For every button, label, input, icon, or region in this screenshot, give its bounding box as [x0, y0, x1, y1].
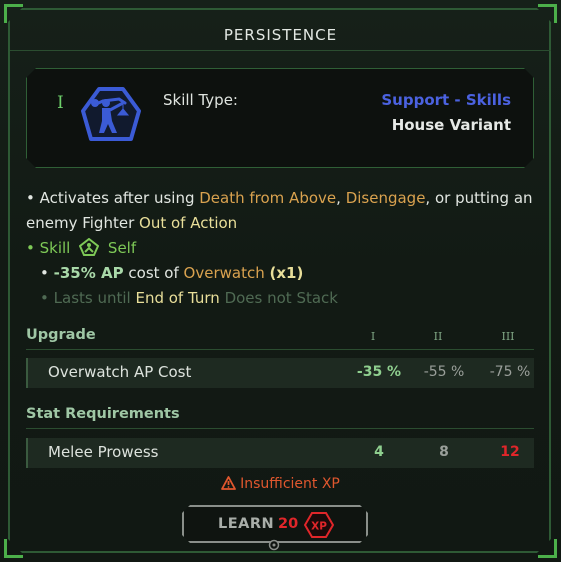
skill-tier: I: [57, 93, 64, 113]
requirement-value-3: 12: [500, 444, 520, 460]
description-text: Activates after using: [39, 189, 195, 207]
warning-triangle-icon: [221, 476, 237, 490]
xp-currency-icon: XP: [304, 512, 334, 538]
description-line: • Lasts until End of Turn Does not Stack: [40, 286, 338, 311]
section-divider: [26, 349, 534, 350]
description-text: cost of: [128, 264, 179, 282]
skill-target: Self: [107, 239, 137, 257]
ability-link-overwatch[interactable]: Overwatch: [184, 264, 265, 282]
separator: ,: [336, 189, 341, 207]
description-text: Lasts until: [53, 289, 131, 307]
dialog-title: PERSISTENCE: [223, 26, 338, 44]
skill-category: Support - Skills: [381, 91, 511, 109]
stat-requirements-header: Stat Requirements: [26, 406, 180, 422]
description-line: • -35% AP cost of Overwatch (x1): [40, 261, 303, 286]
requirement-row-label: Melee Prowess: [48, 443, 159, 461]
skill-type-label: Skill Type:: [163, 91, 238, 109]
description-text: enemy Fighter: [26, 214, 135, 232]
upgrade-row-label: Overwatch AP Cost: [48, 363, 192, 381]
title-divider: [10, 50, 551, 51]
effect-multiplier: (x1): [269, 264, 304, 282]
effect-amount: -35% AP: [53, 264, 124, 282]
upgrade-value-1: -35 %: [356, 364, 402, 380]
upgrade-level-2: II: [433, 330, 443, 343]
warning-text: Insufficient XP: [240, 476, 340, 492]
stack-rule: Does not Stack: [224, 289, 338, 307]
frame-corner: [538, 4, 557, 23]
upgrade-value-2: -55 %: [423, 364, 465, 380]
frame-corner: [4, 539, 23, 558]
description-text: , or putting an: [425, 189, 533, 207]
upgrade-level-1: I: [370, 330, 376, 343]
description-line: • Skill Self: [26, 236, 136, 261]
description-line: • Activates after using Death from Above…: [26, 186, 533, 211]
upgrade-header: Upgrade: [26, 327, 96, 343]
skill-detail-panel: PERSISTENCE I Skill Type: Support - Skil…: [0, 0, 561, 562]
requirement-row: Melee Prowess 4 8 12: [26, 438, 534, 468]
button-knob-icon: [268, 539, 280, 551]
upgrade-value-3: -75 %: [489, 364, 531, 380]
insufficient-xp-warning: Insufficient XP: [0, 476, 561, 492]
ability-link-death-from-above[interactable]: Death from Above: [199, 189, 336, 207]
skill-kind: Skill: [39, 239, 71, 257]
skill-header-box: I Skill Type: Support - Skills House Var…: [26, 68, 534, 168]
upgrade-level-3: III: [501, 330, 515, 343]
duration-link[interactable]: End of Turn: [135, 289, 219, 307]
bullet: •: [40, 289, 49, 307]
learn-button-label: LEARN: [218, 516, 275, 532]
skill-variant: House Variant: [391, 116, 511, 134]
bullet: •: [40, 264, 49, 282]
figure-carrying-bag-hexagon-icon: [79, 85, 143, 149]
self-target-shield-icon: [79, 238, 100, 256]
status-link-out-of-action[interactable]: Out of Action: [139, 214, 237, 232]
upgrade-row: Overwatch AP Cost -35 % -55 % -75 %: [26, 358, 534, 388]
section-divider: [26, 428, 534, 429]
learn-button[interactable]: LEARN 20 XP: [182, 505, 368, 543]
requirement-value-1: 4: [374, 444, 384, 460]
bullet: •: [26, 189, 35, 207]
description-line: enemy Fighter Out of Action: [26, 211, 237, 236]
ability-link-disengage[interactable]: Disengage: [346, 189, 426, 207]
bullet: •: [26, 239, 35, 257]
requirement-value-2: 8: [439, 444, 449, 460]
frame-corner: [4, 4, 23, 23]
frame-corner: [538, 539, 557, 558]
learn-cost: 20: [278, 516, 299, 532]
xp-currency-label: XP: [311, 521, 327, 533]
